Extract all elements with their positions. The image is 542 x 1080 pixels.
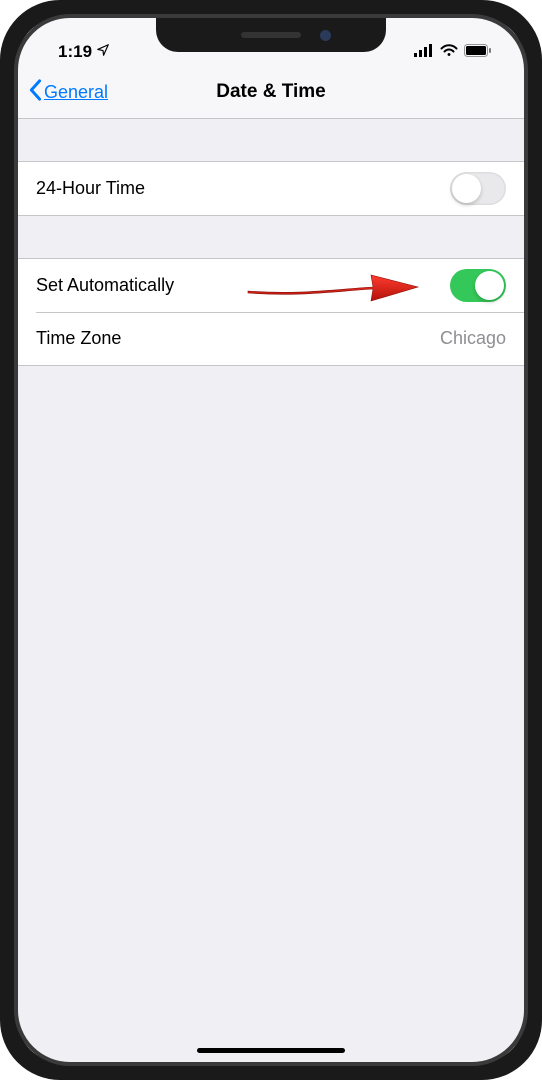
volume-down-button (0, 330, 3, 400)
nav-bar: General Date & Time (18, 66, 524, 119)
home-indicator[interactable] (197, 1048, 345, 1053)
row-value: Chicago (440, 328, 506, 349)
back-label: General (44, 82, 108, 103)
status-time: 1:19 (58, 42, 92, 62)
settings-content: 24-Hour Time Set Automatically Time Zone… (18, 119, 524, 1062)
group-time-format: 24-Hour Time (18, 161, 524, 216)
toggle-set-automatically[interactable] (450, 269, 506, 302)
chevron-left-icon (28, 77, 42, 107)
screen: 1:19 (18, 18, 524, 1062)
row-label: Set Automatically (36, 275, 174, 296)
row-time-zone[interactable]: Time Zone Chicago (18, 312, 524, 365)
volume-up-button (0, 240, 3, 310)
location-icon (96, 42, 110, 62)
row-label: Time Zone (36, 328, 121, 349)
status-left: 1:19 (46, 42, 110, 62)
cellular-icon (414, 42, 434, 62)
battery-icon (464, 42, 492, 62)
row-24-hour-time[interactable]: 24-Hour Time (18, 162, 524, 215)
row-label: 24-Hour Time (36, 178, 145, 199)
notch (156, 18, 386, 52)
toggle-24-hour-time[interactable] (450, 172, 506, 205)
wifi-icon (440, 42, 458, 62)
group-auto-time: Set Automatically Time Zone Chicago (18, 258, 524, 366)
row-set-automatically[interactable]: Set Automatically (18, 259, 524, 312)
silent-switch (0, 180, 3, 218)
page-title: Date & Time (216, 81, 325, 103)
status-right (414, 42, 496, 62)
back-button[interactable]: General (28, 77, 108, 107)
